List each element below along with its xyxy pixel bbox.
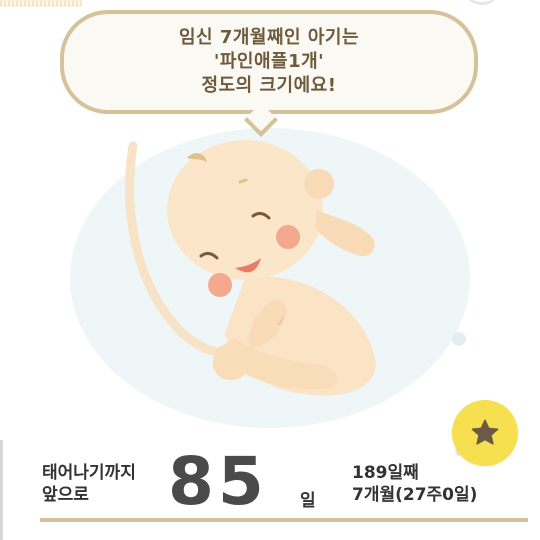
baby-illustration bbox=[125, 140, 376, 396]
speech-line-2: '파인애플1개' bbox=[213, 51, 325, 72]
info-underline bbox=[40, 518, 528, 522]
top-decor-arc bbox=[462, 0, 502, 5]
days-remaining: 85 bbox=[168, 443, 268, 520]
favorite-button[interactable] bbox=[452, 400, 518, 466]
countdown-label: 태어나기까지 앞으로 bbox=[42, 462, 136, 506]
top-decor-strip bbox=[0, 0, 82, 7]
speech-bubble: 임신 7개월째인 아기는 '파인애플1개' 정도의 크기에요! bbox=[60, 10, 478, 114]
pregnancy-month-week: 7개월(27주0일) bbox=[352, 485, 478, 505]
countdown-label-line1: 태어나기까지 bbox=[42, 463, 136, 483]
left-edge-bar bbox=[0, 440, 3, 540]
star-icon bbox=[471, 419, 499, 445]
speech-line-3: 정도의 크기에요! bbox=[201, 75, 337, 96]
countdown-label-line2: 앞으로 bbox=[42, 485, 89, 505]
days-unit: 일 bbox=[300, 491, 316, 511]
speech-line-1: 임신 7개월째인 아기는 bbox=[178, 27, 360, 48]
pregnancy-progress: 189일째 7개월(27주0일) bbox=[352, 462, 477, 506]
pregnancy-day-count: 189일째 bbox=[352, 463, 419, 483]
